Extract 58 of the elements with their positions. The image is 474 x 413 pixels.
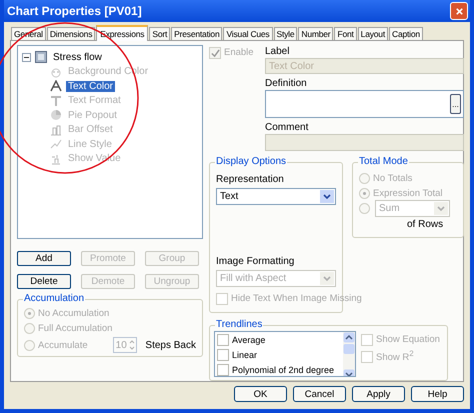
button[interactable]: Apply	[352, 386, 405, 402]
pie-icon	[50, 109, 62, 122]
close-button[interactable]	[450, 2, 468, 20]
checkbox[interactable]	[217, 348, 229, 360]
close-icon[interactable]	[454, 6, 464, 16]
radio-label: Full Accumulation	[38, 323, 112, 334]
radio-label: No Accumulation	[38, 308, 110, 319]
window-title: Chart Properties [PV01]	[7, 4, 142, 18]
letter-t-icon	[50, 94, 62, 107]
representation-dropdown[interactable]: Text	[216, 188, 336, 205]
tree-item[interactable]: Text Color	[66, 80, 116, 92]
letter-a-icon	[50, 80, 62, 92]
spin-arrows-icon[interactable]	[128, 338, 136, 352]
checkbox-label: Enable	[224, 47, 254, 58]
line-icon	[50, 138, 62, 150]
button[interactable]: Add	[17, 251, 71, 266]
checkbox[interactable]	[217, 334, 229, 346]
group-title: Accumulation	[23, 293, 86, 304]
tab[interactable]: Number	[298, 27, 334, 40]
field-label: Definition	[265, 78, 308, 90]
button[interactable]: Delete	[17, 274, 71, 289]
of-rows-label: of Rows	[406, 219, 444, 230]
steps-label: Steps Back	[145, 340, 196, 350]
field-label: Label	[265, 46, 290, 58]
checkbox-label: Hide Text When Image Missing	[231, 293, 362, 304]
tab[interactable]: Style	[274, 27, 298, 40]
field-label: Comment	[265, 122, 310, 134]
tab[interactable]: Font	[334, 27, 357, 40]
checkbox-label: Linear	[232, 350, 258, 360]
tree-item[interactable]: Stress flow	[51, 52, 104, 63]
tab[interactable]: Caption	[389, 27, 423, 40]
button[interactable]: Help	[411, 386, 464, 402]
button[interactable]: Cancel	[293, 386, 346, 402]
checkbox-label: Average	[232, 334, 266, 344]
group-title: Display Options	[215, 156, 288, 167]
tab[interactable]: Visual Cues	[223, 27, 272, 40]
checkbox-label: Polynomial of 2nd degree	[232, 364, 334, 374]
tab[interactable]: Layout	[358, 27, 388, 40]
tab[interactable]: Presentation	[171, 27, 222, 40]
scrollbar[interactable]	[343, 332, 355, 376]
group-title: Trendlines	[215, 319, 264, 330]
field-label: Image Formatting	[216, 256, 296, 268]
button[interactable]: OK	[234, 386, 287, 402]
group-title: Total Mode	[358, 156, 409, 167]
radio-label: Expression Total	[373, 188, 443, 199]
bar-chart-icon	[50, 124, 62, 136]
chart-icon	[35, 51, 47, 64]
tab[interactable]: Dimensions	[46, 27, 96, 40]
collapse-icon[interactable]	[22, 52, 31, 62]
checkbox-label: Show Equation	[376, 334, 440, 345]
browse-button[interactable]: ...	[450, 94, 461, 114]
tab[interactable]: Sort	[149, 27, 170, 40]
checkbox[interactable]	[217, 364, 229, 376]
radio-label: No Totals	[373, 173, 412, 184]
radio-label: Accumulate	[38, 340, 88, 350]
field-label: Representation	[216, 174, 285, 186]
definition-field[interactable]: ...	[265, 90, 464, 118]
checkbox-label: Show R$^{2}$	[376, 349, 414, 364]
